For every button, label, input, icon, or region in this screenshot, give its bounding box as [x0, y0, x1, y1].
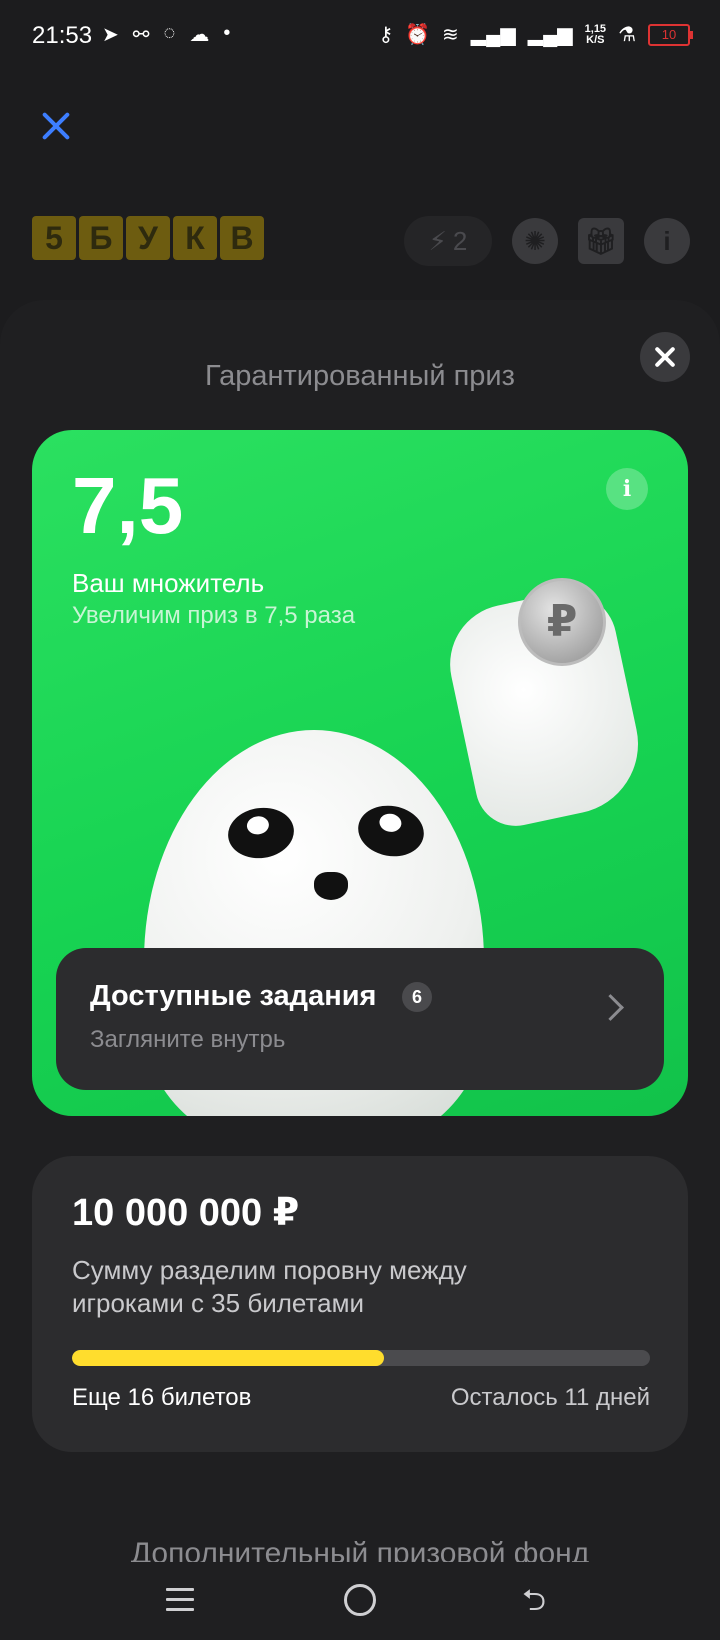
- lightning-icon: ⚡: [428, 225, 447, 256]
- energy-button[interactable]: ⚡ 2: [404, 216, 492, 266]
- prize-amount: 10 000 000 ₽: [72, 1192, 300, 1234]
- info-icon[interactable]: i: [644, 218, 690, 264]
- net-speed: 1,15 K/S: [584, 22, 607, 46]
- tasks-count-badge: 6: [402, 982, 432, 1012]
- logo-letter: В: [220, 216, 264, 260]
- close-icon[interactable]: [38, 108, 74, 144]
- battery-indicator: 10: [648, 23, 693, 46]
- progress-fill: [72, 1350, 385, 1366]
- system-nav-bar: ⮌: [0, 1566, 720, 1640]
- vpn-key-icon: ⚷: [378, 24, 394, 46]
- chat-icon: ◌: [163, 22, 176, 44]
- mascot-eye: [354, 800, 428, 862]
- extra-fund-heading: Дополнительный призовой фонд: [130, 1537, 590, 1562]
- status-time: 21:53: [32, 22, 93, 49]
- signal-icon-2: ▂▄▆: [527, 24, 573, 46]
- multiplier-value: 7,5: [72, 461, 184, 550]
- sheet-title: Гарантированный приз: [205, 360, 515, 392]
- days-left: Осталось 11 дней: [450, 1384, 650, 1411]
- prize-description: Сумму разделим поровну между игроками с …: [72, 1255, 467, 1318]
- logo-letter: Б: [79, 216, 123, 260]
- chevron-right-icon: [597, 994, 624, 1021]
- notification-icons: ➤ ⚯ ◌ ☁ •: [102, 22, 230, 47]
- wheel-icon[interactable]: ✺: [512, 218, 558, 264]
- tasks-title: Доступные задания: [90, 980, 377, 1012]
- tickets-left: Еще 16 билетов: [72, 1384, 252, 1411]
- multiplier-label: Ваш множитель: [72, 568, 265, 598]
- mascot-eye: [224, 803, 298, 863]
- flask-icon: ⚗: [618, 24, 636, 46]
- tickets-progress-bar: [72, 1350, 650, 1366]
- energy-count: 2: [452, 225, 468, 256]
- mascot-mouth: [314, 872, 348, 900]
- logo-letter: К: [173, 216, 217, 260]
- dot-icon: •: [223, 22, 231, 44]
- antenna-icon: ⚯: [132, 24, 150, 46]
- signal-icon: ▂▄▆: [470, 24, 516, 46]
- tasks-subtitle: Загляните внутрь: [90, 1026, 286, 1053]
- logo-letter: 5: [32, 216, 76, 260]
- home-icon[interactable]: [344, 1584, 376, 1616]
- info-icon[interactable]: i: [606, 468, 648, 510]
- header-actions: ⚡ 2 ✺ 🎁︎ i: [404, 216, 690, 266]
- logo-letter: У: [126, 216, 170, 260]
- game-logo: 5 Б У К В: [32, 216, 264, 260]
- cloud-icon: ☁: [189, 24, 210, 46]
- available-tasks-button[interactable]: Доступные задания 6 Загляните внутрь: [56, 948, 664, 1090]
- wifi-icon: ≋: [442, 24, 459, 46]
- gift-icon[interactable]: 🎁︎: [578, 218, 624, 264]
- status-bar: 21:53 ➤ ⚯ ◌ ☁ • ⚷ ⏰ ≋ ▂▄▆ ▂▄▆ 1,15 K/S ⚗ …: [0, 0, 720, 72]
- system-icons: ⚷ ⏰ ≋ ▂▄▆ ▂▄▆ 1,15 K/S ⚗ 10: [378, 22, 693, 47]
- menu-icon[interactable]: [166, 1588, 194, 1612]
- prize-pool-card: 10 000 000 ₽ Сумму разделим поровну межд…: [32, 1156, 688, 1452]
- sheet-close-icon[interactable]: [640, 332, 690, 382]
- back-icon[interactable]: ⮌: [522, 1586, 546, 1616]
- telegram-icon: ➤: [102, 24, 119, 46]
- multiplier-subtitle: Увеличим приз в 7,5 раза: [72, 602, 356, 629]
- alarm-icon: ⏰: [405, 24, 430, 46]
- coin-illustration: ₽: [518, 578, 606, 666]
